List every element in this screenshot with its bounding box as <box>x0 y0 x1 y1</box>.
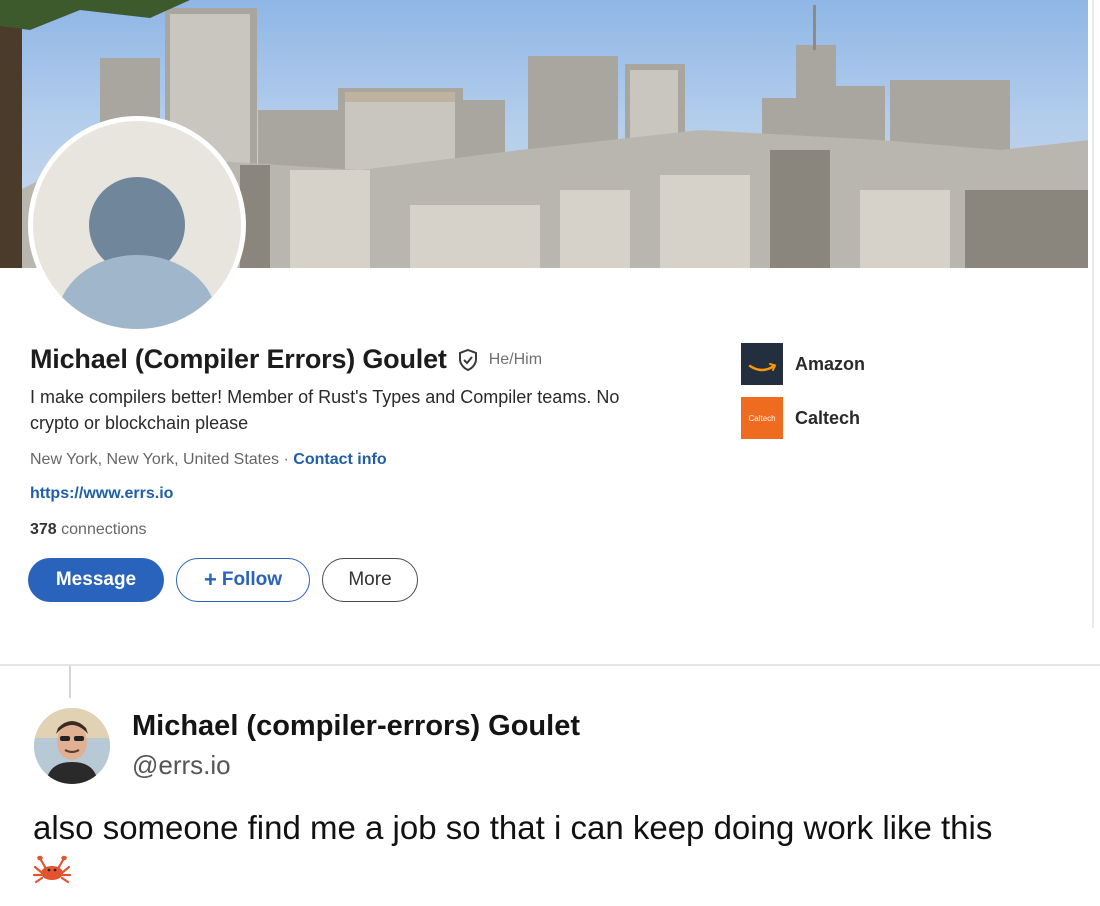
separator: · <box>283 451 289 468</box>
profile-avatar[interactable] <box>28 116 246 334</box>
message-button[interactable]: Message <box>28 558 164 602</box>
follow-label: Follow <box>221 569 282 590</box>
tweet-author-name[interactable]: Michael (compiler-errors) Goulet <box>132 710 580 743</box>
verified-shield-icon[interactable] <box>456 348 480 372</box>
default-avatar-icon <box>33 121 241 329</box>
org-caltech[interactable]: Caltech Caltech <box>741 397 860 439</box>
profile-name-row: Michael (Compiler Errors) Goulet He/Him <box>30 344 542 375</box>
tweet-author-avatar[interactable] <box>34 708 110 784</box>
amazon-logo <box>741 343 783 385</box>
connections-number: 378 <box>30 521 57 538</box>
profile-actions: Message + Follow More <box>28 558 418 602</box>
caltech-logo: Caltech <box>741 397 783 439</box>
org-name: Amazon <box>795 353 866 374</box>
connections-label: connections <box>61 521 147 538</box>
crab-icon <box>32 852 72 888</box>
more-button[interactable]: More <box>322 558 418 602</box>
contact-info-link[interactable]: Contact info <box>293 451 386 468</box>
plus-icon: + <box>203 567 217 592</box>
thread-connector-line <box>69 666 71 698</box>
connections-count[interactable]: 378 connections <box>30 521 147 539</box>
profile-card: Michael (Compiler Errors) Goulet He/Him … <box>0 0 1094 628</box>
tweet-author-handle[interactable]: @errs.io <box>132 750 231 781</box>
org-name: Caltech <box>795 407 861 428</box>
location-row: New York, New York, United States · Cont… <box>30 451 387 469</box>
location-text: New York, New York, United States <box>30 451 280 468</box>
website-link[interactable]: https://www.errs.io <box>30 485 173 503</box>
profile-name: Michael (Compiler Errors) Goulet <box>30 344 447 374</box>
profile-headline: I make compilers better! Member of Rust'… <box>30 387 620 433</box>
pronouns: He/Him <box>488 350 543 368</box>
tweet-card: Michael (compiler-errors) Goulet @errs.i… <box>0 664 1100 906</box>
tweet-text: also someone find me a job so that i can… <box>33 809 993 846</box>
follow-button[interactable]: + Follow <box>176 558 310 602</box>
org-amazon[interactable]: Amazon <box>741 343 865 385</box>
